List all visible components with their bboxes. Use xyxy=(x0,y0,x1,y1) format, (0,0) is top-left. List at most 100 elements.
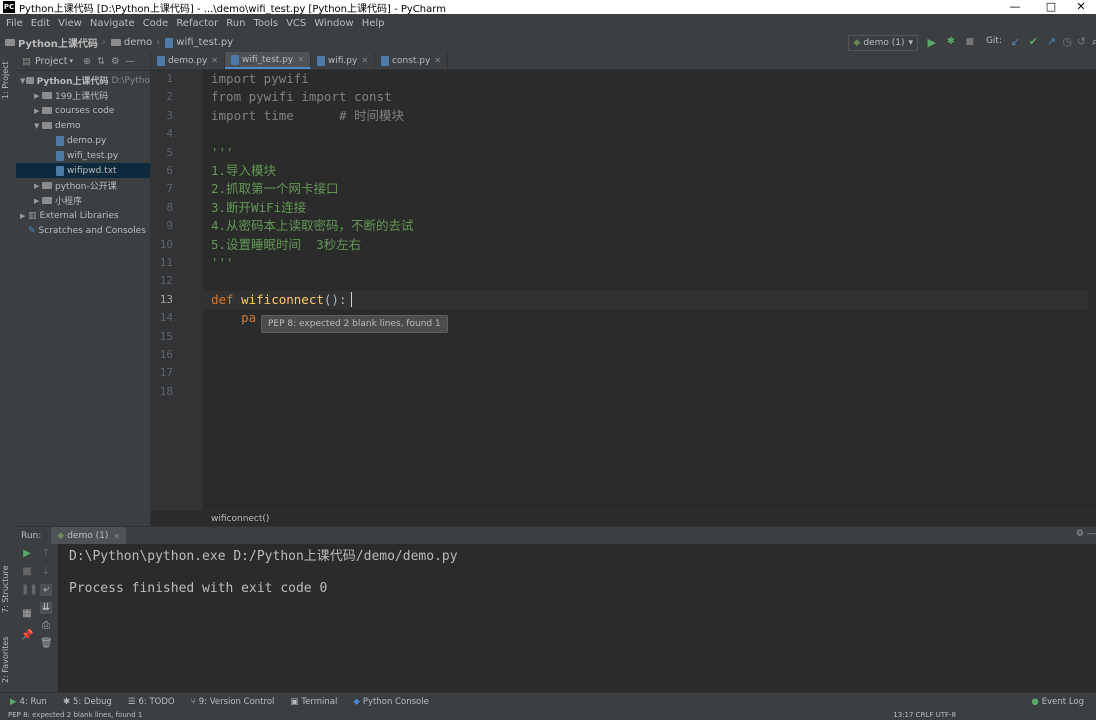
menu-run[interactable]: Run xyxy=(226,18,245,29)
tree-item[interactable]: ▶ python-公开课 xyxy=(16,178,150,193)
tree-item[interactable]: ▶ ▥ External Libraries xyxy=(16,208,150,223)
close-icon[interactable]: ✕ xyxy=(211,56,218,65)
terminal-icon: ▣ xyxy=(290,697,299,707)
git-commit-icon[interactable]: ✔ xyxy=(1029,35,1038,48)
locate-icon[interactable]: ⊕ xyxy=(83,56,91,67)
menu-code[interactable]: Code xyxy=(143,18,169,29)
structure-tool-tab[interactable]: 7: Structure xyxy=(1,557,15,621)
breadcrumb-project[interactable]: Python上课代码 xyxy=(5,35,98,50)
scroll-down-icon[interactable]: ↓ xyxy=(40,566,52,578)
tree-item[interactable]: ✎ Scratches and Consoles xyxy=(16,223,150,238)
close-window-button[interactable]: ✕ xyxy=(1066,0,1096,14)
menu-tools[interactable]: Tools xyxy=(253,18,278,29)
breadcrumb-project-label: Python上课代码 xyxy=(18,39,98,50)
layout-icon[interactable]: ▦ xyxy=(21,608,33,620)
scroll-up-icon[interactable]: ↑ xyxy=(40,548,52,560)
menu-edit[interactable]: Edit xyxy=(31,18,50,29)
hide-panel-icon[interactable]: — xyxy=(125,56,135,67)
favorites-tool-tab[interactable]: 2: Favorites xyxy=(1,632,15,688)
tool-tab-version-control[interactable]: ⑂ 9: Version Control xyxy=(191,697,275,707)
file-icon xyxy=(56,135,64,146)
tree-item[interactable]: wifipwd.txt xyxy=(16,163,150,178)
stop-icon[interactable]: ■ xyxy=(965,37,974,47)
run-icon[interactable]: ▶ xyxy=(928,36,936,49)
search-icon[interactable]: ⌕ xyxy=(1092,35,1096,49)
run-console[interactable]: D:\Python\python.exe D:/Python上课代码/demo/… xyxy=(58,544,1096,692)
tool-tab-todo[interactable]: ☰ 6: TODO xyxy=(128,697,175,707)
chevron-down-icon[interactable]: ▾ xyxy=(70,57,74,65)
menu-help[interactable]: Help xyxy=(362,18,385,29)
debug-icon[interactable]: ✱ xyxy=(947,36,955,47)
breadcrumb-folder[interactable]: demo xyxy=(110,37,152,48)
menu-file[interactable]: File xyxy=(6,18,23,29)
pause-icon[interactable]: ❚❚ xyxy=(21,584,38,596)
editor-tab[interactable]: wifi.py ✕ xyxy=(311,52,376,69)
tree-item[interactable]: demo.py xyxy=(16,133,150,148)
project-tool-tab[interactable]: 1: Project xyxy=(1,56,15,104)
menu-vcs[interactable]: VCS xyxy=(286,18,306,29)
editor-tab-label: wifi_test.py xyxy=(241,54,294,65)
maximize-button[interactable]: □ xyxy=(1036,0,1066,14)
gear-icon[interactable]: ⚙ xyxy=(111,56,120,67)
breadcrumb-file-label: wifi_test.py xyxy=(176,37,234,48)
line-number: 9 xyxy=(166,219,173,233)
tool-tab-debug[interactable]: ✱ 5: Debug xyxy=(63,697,112,707)
soft-wrap-icon[interactable]: ⤶ xyxy=(40,584,52,596)
code-editor[interactable]: import pywifi from pywifi import const i… xyxy=(203,70,1096,510)
menu-window[interactable]: Window xyxy=(314,18,353,29)
expand-right-icon[interactable]: ▶ xyxy=(34,182,42,190)
tool-tab-run[interactable]: ▶ 4: Run xyxy=(10,697,47,707)
menu-view[interactable]: View xyxy=(58,18,82,29)
tree-item-label: Scratches and Consoles xyxy=(38,225,146,236)
pin-icon[interactable]: 📌 xyxy=(21,630,33,642)
collapse-all-icon[interactable]: ⇅ xyxy=(97,56,105,67)
tree-item[interactable]: ▼ Python上课代码 D:\Pytho xyxy=(16,73,150,88)
function-breadcrumb[interactable]: wificonnect() xyxy=(211,514,269,524)
minimize-button[interactable]: — xyxy=(1000,0,1030,14)
run-tab-demo[interactable]: ◆ demo (1) ✕ xyxy=(51,527,127,545)
expand-down-icon[interactable]: ▼ xyxy=(34,122,42,130)
close-icon[interactable]: ✕ xyxy=(434,56,441,65)
editor-tab[interactable]: wifi_test.py ✕ xyxy=(224,52,311,69)
tree-item[interactable]: wifi_test.py xyxy=(16,148,150,163)
expand-right-icon[interactable]: ▶ xyxy=(20,212,28,220)
tree-item[interactable]: ▶ 小程序 xyxy=(16,193,150,208)
print-icon[interactable]: ⎙ xyxy=(40,620,52,632)
stop-icon[interactable]: ■ xyxy=(21,566,33,578)
tree-item[interactable]: ▶ 199上课代码 xyxy=(16,88,150,103)
python-file-icon xyxy=(230,54,239,65)
cursor-position[interactable]: 13:17 CRLF UTF-8 xyxy=(893,711,956,719)
menu-navigate[interactable]: Navigate xyxy=(90,18,135,29)
project-panel-title[interactable]: Project xyxy=(35,56,68,67)
expand-right-icon[interactable]: ▶ xyxy=(34,92,42,100)
run-configuration-select[interactable]: ◆ demo (1) ▾ xyxy=(848,35,918,51)
history-icon[interactable]: ◷ xyxy=(1062,35,1072,48)
editor-tab[interactable]: demo.py ✕ xyxy=(151,52,225,69)
rollback-icon[interactable]: ↺ xyxy=(1077,35,1086,48)
close-icon[interactable]: ✕ xyxy=(113,532,120,541)
expand-right-icon[interactable]: ▶ xyxy=(34,197,42,205)
tree-item[interactable]: ▶ courses code xyxy=(16,103,150,118)
event-log-tab[interactable]: ● Event Log xyxy=(1031,697,1084,707)
folder-icon xyxy=(42,107,52,114)
git-push-icon[interactable]: ↗ xyxy=(1047,35,1056,48)
tool-tab-terminal[interactable]: ▣ Terminal xyxy=(290,697,337,707)
breadcrumb-file[interactable]: wifi_test.py xyxy=(165,37,233,48)
git-update-icon[interactable]: ↙ xyxy=(1011,35,1020,48)
gear-icon[interactable]: ⚙ xyxy=(1076,529,1084,539)
rerun-icon[interactable]: ▶ xyxy=(21,548,33,560)
hide-panel-icon[interactable]: — xyxy=(1087,529,1096,539)
expand-right-icon[interactable]: ▶ xyxy=(34,107,42,115)
editor-tab[interactable]: const.py ✕ xyxy=(375,52,449,69)
run-panel-label: Run: xyxy=(21,531,42,541)
scroll-to-end-icon[interactable]: ⇊ xyxy=(40,602,52,614)
line-number: 5 xyxy=(166,145,173,159)
tool-tab-python-console[interactable]: ◆ Python Console xyxy=(353,697,428,707)
run-tab-label: demo (1) xyxy=(67,531,109,541)
close-icon[interactable]: ✕ xyxy=(361,56,368,65)
tree-item[interactable]: ▼ demo xyxy=(16,118,150,133)
menu-refactor[interactable]: Refactor xyxy=(176,18,218,29)
close-icon[interactable]: ✕ xyxy=(297,55,304,64)
trash-icon[interactable]: 🗑 xyxy=(40,638,53,650)
line-number: 13 xyxy=(159,292,173,306)
